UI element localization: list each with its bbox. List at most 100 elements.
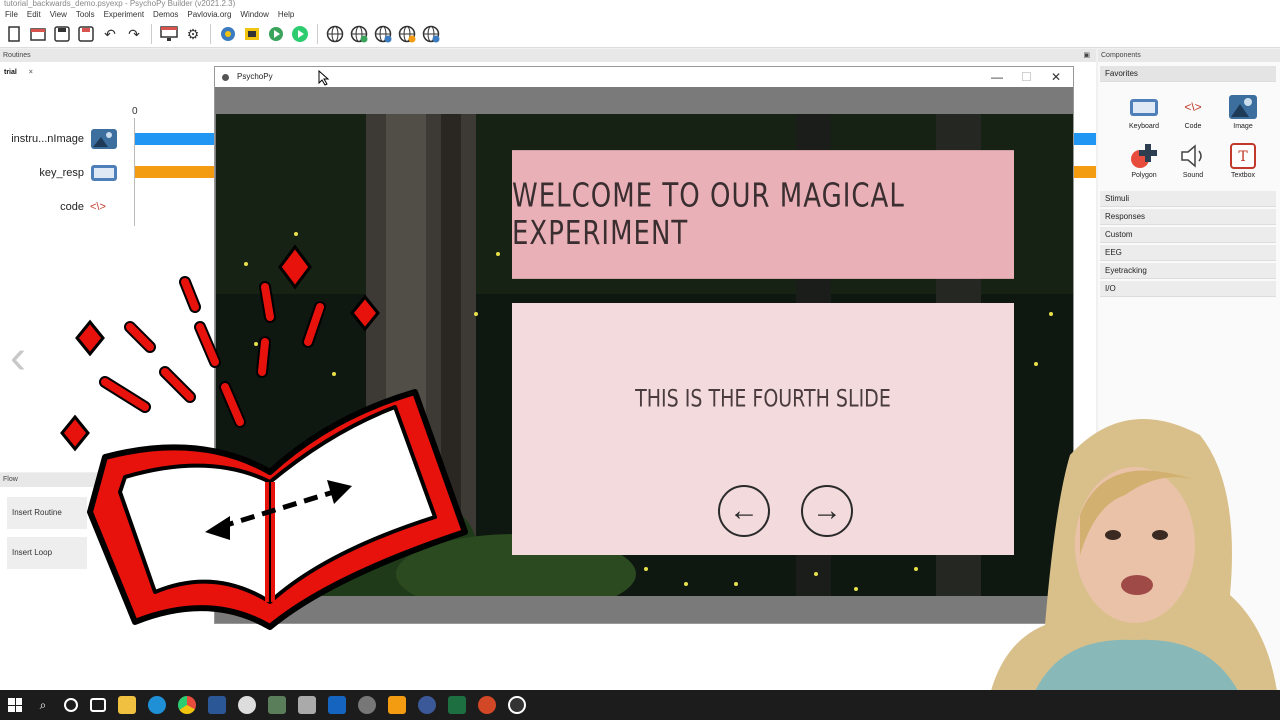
globe-info-icon[interactable]: [421, 24, 441, 44]
search-icon[interactable]: ⌕: [34, 696, 52, 714]
component-row-code[interactable]: code <\>: [0, 196, 118, 218]
save-as-icon[interactable]: [76, 24, 96, 44]
mouse-cursor-icon: [318, 70, 330, 86]
app-icon[interactable]: [298, 696, 316, 714]
favorite-image[interactable]: Image: [1218, 94, 1268, 130]
component-name: key_resp: [39, 167, 84, 179]
toolbar: ↶ ↷ ⚙: [0, 21, 1280, 48]
psychopy-logo-icon: [222, 74, 229, 81]
excel-icon[interactable]: [448, 696, 466, 714]
menu-edit[interactable]: Edit: [27, 8, 41, 21]
save-icon[interactable]: [52, 24, 72, 44]
play-icon[interactable]: [290, 24, 310, 44]
arrow-right-icon: →: [812, 494, 842, 527]
compile-js-icon[interactable]: [242, 24, 262, 44]
category-io[interactable]: I/O: [1100, 281, 1276, 297]
close-icon[interactable]: ✕: [1051, 67, 1061, 87]
slide-text: THIS IS THE FOURTH SLIDE: [635, 385, 891, 413]
category-responses[interactable]: Responses: [1100, 209, 1276, 225]
category-eyetracking[interactable]: Eyetracking: [1100, 263, 1276, 279]
image-icon: [1229, 95, 1257, 119]
globe-search-icon[interactable]: [397, 24, 417, 44]
psychopy-window-titlebar[interactable]: PsychoPy: [215, 67, 1073, 87]
task-view-icon[interactable]: [90, 698, 106, 712]
category-eeg[interactable]: EEG: [1100, 245, 1276, 261]
presenter-webcam: [985, 419, 1280, 720]
panel-maximize-icon[interactable]: ▣: [1083, 49, 1090, 63]
menu-pavlovia[interactable]: Pavlovia.org: [187, 8, 231, 21]
favorite-label: Keyboard: [1129, 123, 1159, 130]
photos-icon[interactable]: [268, 696, 286, 714]
favorite-keyboard[interactable]: Keyboard: [1119, 94, 1169, 130]
taskbar: ⌕: [0, 690, 1280, 720]
routines-header: Routines ▣: [0, 49, 1096, 63]
favorite-label: Image: [1233, 123, 1253, 130]
tab-close-icon[interactable]: ×: [29, 69, 33, 76]
menu-file[interactable]: File: [5, 8, 18, 21]
undo-icon[interactable]: ↶: [100, 24, 120, 44]
menu-experiment[interactable]: Experiment: [104, 8, 144, 21]
firefox-icon[interactable]: [418, 696, 436, 714]
code-icon: <\>: [90, 201, 106, 213]
paint-icon[interactable]: [238, 696, 256, 714]
maximize-icon[interactable]: ☐: [1021, 67, 1032, 87]
toolbar-divider: [317, 24, 318, 44]
back-button[interactable]: ←: [718, 485, 770, 537]
sublime-icon[interactable]: [388, 696, 406, 714]
favorite-polygon[interactable]: Polygon: [1119, 143, 1169, 179]
flow-header-label: Flow: [3, 476, 18, 483]
chrome-icon[interactable]: [178, 696, 196, 714]
minimize-icon[interactable]: —: [991, 67, 1003, 87]
compile-icon[interactable]: [218, 24, 238, 44]
keyboard-timeline-bar-end[interactable]: [1074, 166, 1096, 178]
new-file-icon[interactable]: [4, 24, 24, 44]
run-icon[interactable]: [266, 24, 286, 44]
keyboard-icon: [1130, 99, 1158, 116]
menu-demos[interactable]: Demos: [153, 8, 178, 21]
component-row-keyboard[interactable]: key_resp: [0, 162, 118, 184]
favorite-code[interactable]: <\> Code: [1168, 94, 1218, 130]
windows-start-icon[interactable]: [8, 698, 22, 712]
favorite-textbox[interactable]: T Textbox: [1218, 143, 1268, 179]
components-header: Components: [1098, 49, 1280, 63]
monitor-icon[interactable]: [159, 24, 179, 44]
forward-button[interactable]: →: [801, 485, 853, 537]
cortana-icon[interactable]: [64, 698, 78, 712]
globe-icon[interactable]: [325, 24, 345, 44]
menu-help[interactable]: Help: [278, 8, 294, 21]
open-file-icon[interactable]: [28, 24, 48, 44]
toolbar-divider: [151, 24, 152, 44]
keyboard-icon: [91, 165, 117, 181]
menu-view[interactable]: View: [50, 8, 67, 21]
menu-tools[interactable]: Tools: [76, 8, 95, 21]
component-row-image[interactable]: instru...nImage: [0, 128, 118, 150]
globe-sync-icon[interactable]: [349, 24, 369, 44]
psychopy-taskbar-icon[interactable]: [358, 696, 376, 714]
edge-icon[interactable]: [148, 696, 166, 714]
components-header-label: Components: [1101, 52, 1141, 59]
svg-text:T: T: [1238, 149, 1248, 165]
category-custom[interactable]: Custom: [1100, 227, 1276, 243]
acrobat-icon[interactable]: [328, 696, 346, 714]
powerpoint-icon[interactable]: [478, 696, 496, 714]
file-explorer-icon[interactable]: [118, 696, 136, 714]
image-timeline-bar-end[interactable]: [1074, 133, 1096, 145]
word-icon[interactable]: [208, 696, 226, 714]
obs-icon[interactable]: [508, 696, 526, 714]
keyboard-timeline-bar[interactable]: [135, 166, 215, 178]
category-stimuli[interactable]: Stimuli: [1100, 191, 1276, 207]
globe-user-icon[interactable]: [373, 24, 393, 44]
toolbar-divider: [210, 24, 211, 44]
redo-icon[interactable]: ↷: [124, 24, 144, 44]
settings-icon[interactable]: ⚙: [183, 24, 203, 44]
screen: tutorial_backwards_demo.psyexp - PsychoP…: [0, 0, 1280, 720]
menu-window[interactable]: Window: [240, 8, 268, 21]
favorites-category[interactable]: Favorites: [1100, 66, 1276, 82]
image-timeline-bar[interactable]: [135, 133, 215, 145]
favorite-label: Textbox: [1230, 172, 1256, 179]
textbox-icon: T: [1230, 143, 1256, 169]
previous-arrow-icon[interactable]: ‹: [10, 330, 26, 385]
favorite-label: Code: [1184, 123, 1202, 130]
favorite-sound[interactable]: Sound: [1168, 143, 1218, 179]
tab-trial[interactable]: trial ×: [4, 66, 33, 80]
